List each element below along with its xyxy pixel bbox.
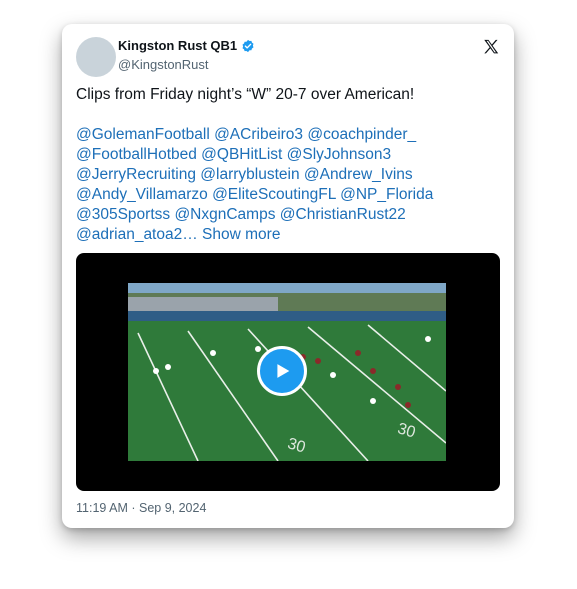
author-display-name[interactable]: Kingston Rust QB1 (118, 38, 237, 53)
play-icon[interactable] (257, 346, 307, 396)
author-name-row: Kingston Rust QB1 (118, 38, 255, 53)
x-logo-icon[interactable] (482, 38, 500, 56)
author-handle[interactable]: @KingstonRust (118, 57, 209, 72)
tweet-card: Kingston Rust QB1 @KingstonRust Clips fr… (62, 24, 514, 528)
tweet-timestamp[interactable]: 11:19 AM · Sep 9, 2024 (76, 501, 206, 515)
show-more-link[interactable]: Show more (202, 226, 280, 243)
mention-line[interactable]: @305Sportss @NxgnCamps @ChristianRust22 (76, 205, 506, 225)
mention-truncated[interactable]: @adrian_atoa2… (76, 226, 198, 243)
mention-line[interactable]: @JerryRecruiting @larryblustein @Andrew_… (76, 165, 506, 185)
tweet-headline: Clips from Friday night’s “W” 20-7 over … (76, 86, 415, 103)
avatar[interactable] (76, 37, 116, 77)
verified-badge-icon (241, 39, 255, 53)
mention-line-last: @adrian_atoa2… Show more (76, 225, 506, 245)
tweet-text: Clips from Friday night’s “W” 20-7 over … (76, 85, 506, 245)
video-player[interactable]: 30 30 (76, 253, 500, 491)
mention-line[interactable]: @GolemanFootball @ACribeiro3 @coachpinde… (76, 125, 506, 145)
mention-line[interactable]: @Andy_Villamarzo @EliteScoutingFL @NP_Fl… (76, 185, 506, 205)
mention-line[interactable]: @FootballHotbed @QBHitList @SlyJohnson3 (76, 145, 506, 165)
